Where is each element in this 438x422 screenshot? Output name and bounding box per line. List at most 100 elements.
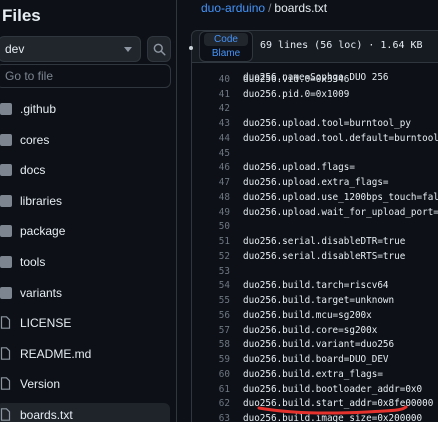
line-number[interactable]: 51 xyxy=(192,234,230,249)
folder-icon xyxy=(0,194,12,207)
code-line-text: duo256.upload.extra_flags= xyxy=(243,177,389,189)
file-tree-sidebar: Files dev .github cores docs libraries packa… xyxy=(0,0,177,422)
code-line: 48 duo256.upload.use_1200bps_touch=false xyxy=(192,190,438,205)
code-line: 43 duo256.upload.tool=burntool_py xyxy=(192,116,438,131)
code-line: 61 duo256.build.bootloader_addr=0x0 xyxy=(192,382,438,397)
code-line-text: duo256.upload.flags= xyxy=(243,162,355,174)
folder-icon xyxy=(0,133,12,146)
folder-icon xyxy=(0,256,12,268)
line-number[interactable]: 44 xyxy=(192,131,230,146)
code-line-text: duo256.upload.use_1200bps_touch=false xyxy=(243,191,438,203)
tree-item-label: package xyxy=(20,224,66,239)
branch-name: dev xyxy=(5,42,25,56)
tree-item-label: Version xyxy=(20,377,61,392)
tree-item[interactable]: .github xyxy=(0,97,170,121)
tree-item-label: cores xyxy=(20,132,50,147)
tree-item-label: .github xyxy=(20,102,57,116)
line-number[interactable]: 56 xyxy=(192,308,230,323)
code-line: 52 duo256.serial.disableRTS=true xyxy=(192,249,438,264)
code-line: 57 duo256.build.core=sg200x xyxy=(192,323,438,338)
file-icon xyxy=(0,346,12,360)
line-number[interactable]: 53 xyxy=(192,264,230,279)
file-view: duo-arduino / boards.txt Code Blame 69 lin… xyxy=(177,0,438,422)
code-line: 41 duo256.pid.0=0x1009 xyxy=(192,87,438,102)
code-line-text: duo256.build.extra_flags= xyxy=(243,368,383,380)
code-line-text: duo256.serial.disableDTR=true xyxy=(243,236,406,248)
line-number[interactable]: 49 xyxy=(192,205,230,220)
breadcrumb-separator: / xyxy=(268,1,272,15)
dot-icon xyxy=(189,46,193,50)
breadcrumb-file: boards.txt xyxy=(274,1,328,15)
line-number[interactable]: 63 xyxy=(192,411,230,422)
line-number[interactable]: 55 xyxy=(192,293,230,308)
breadcrumb-repo-link[interactable]: duo-arduino xyxy=(201,1,265,15)
line-number[interactable]: 52 xyxy=(192,249,230,264)
code-view-button[interactable]: Code xyxy=(204,33,248,46)
code-line: 45 xyxy=(192,146,438,161)
code-line: 60 duo256.build.extra_flags= xyxy=(192,367,438,382)
breadcrumb: duo-arduino / boards.txt xyxy=(201,1,327,15)
code-line-text: duo256.build.mcu=sg200x xyxy=(243,309,372,321)
code-line: 42 xyxy=(192,101,438,116)
code-line: 53 xyxy=(192,264,438,279)
code-line: 56 duo256.build.mcu=sg200x xyxy=(192,308,438,323)
tree-item-label: variants xyxy=(20,285,63,300)
tree-item[interactable]: tools xyxy=(0,250,170,274)
code-line-text: duo256.pid.0=0x1009 xyxy=(243,88,350,100)
code-line-text: duo256.build.board=DUO_DEV xyxy=(243,354,389,366)
line-number[interactable]: 45 xyxy=(192,146,230,161)
tree-item-label: tools xyxy=(20,255,46,269)
line-number[interactable]: 47 xyxy=(192,175,230,190)
code-line: 54 duo256.build.tarch=riscv64 xyxy=(192,278,438,293)
folder-icon xyxy=(0,225,12,238)
code-line-text: duo256.upload.tool.default=burntool_py xyxy=(243,132,438,144)
line-number[interactable]: 48 xyxy=(192,190,230,205)
line-number[interactable]: 62 xyxy=(192,396,230,411)
tree-item-label: LICENSE xyxy=(20,316,72,331)
code-line-text: duo256.build.variant=duo256 xyxy=(243,339,395,351)
line-number[interactable]: 43 xyxy=(192,116,230,131)
line-number[interactable]: 41 xyxy=(192,87,230,102)
file-icon xyxy=(0,316,12,329)
tree-item[interactable]: package xyxy=(0,219,170,243)
tree-item-label: README.md xyxy=(20,346,92,361)
line-number[interactable]: 58 xyxy=(192,337,230,352)
go-to-file-input[interactable] xyxy=(0,64,171,88)
tree-item-label: libraries xyxy=(20,193,63,208)
branch-select[interactable]: dev xyxy=(0,36,141,62)
line-number[interactable]: 42 xyxy=(192,101,230,116)
line-number[interactable]: 54 xyxy=(192,278,230,293)
file-header: Code Blame 69 lines (56 loc) · 1.64 KB xyxy=(189,30,438,63)
tree-item[interactable]: docs xyxy=(0,158,170,182)
tree-item[interactable]: boards.txt xyxy=(0,403,170,422)
line-number[interactable]: 57 xyxy=(192,323,230,338)
file-icon xyxy=(0,377,12,391)
line-number[interactable]: 61 xyxy=(192,382,230,397)
search-button[interactable] xyxy=(147,36,171,62)
code-line: 50 xyxy=(192,219,438,234)
code-line-text: duo256.build.core=sg200x xyxy=(243,324,378,336)
code-line-text: duo256.upload.wait_for_upload_port=false xyxy=(243,206,438,218)
code-view[interactable]: duo256.name=Sophgo DUO 256 40 duo256.vid.… xyxy=(191,63,438,422)
folder-icon xyxy=(0,286,12,299)
code-line: 44 duo256.upload.tool.default=burntool_py xyxy=(192,131,438,146)
line-number[interactable]: 46 xyxy=(192,160,230,175)
tree-item-label: docs xyxy=(20,163,46,178)
tree-item[interactable]: README.md xyxy=(0,342,170,366)
code-line: 51 duo256.serial.disableDTR=true xyxy=(192,234,438,249)
code-line-text: duo256.vid.0=0x3346 xyxy=(243,74,350,85)
blame-view-button[interactable]: Blame xyxy=(204,47,248,60)
tree-item[interactable]: LICENSE xyxy=(0,311,170,335)
tree-item[interactable]: Version xyxy=(0,372,170,396)
chevron-down-icon xyxy=(124,47,132,52)
line-number[interactable]: 59 xyxy=(192,352,230,367)
line-number[interactable]: 50 xyxy=(192,219,230,234)
code-line: 46 duo256.upload.flags= xyxy=(192,160,438,175)
tree-item[interactable]: cores xyxy=(0,128,170,152)
tree-item[interactable]: libraries xyxy=(0,189,170,213)
folder-icon xyxy=(0,103,12,115)
line-number[interactable]: 40 xyxy=(192,72,230,87)
line-number[interactable]: 60 xyxy=(192,367,230,382)
tree-item[interactable]: variants xyxy=(0,281,170,305)
folder-icon xyxy=(0,164,12,177)
